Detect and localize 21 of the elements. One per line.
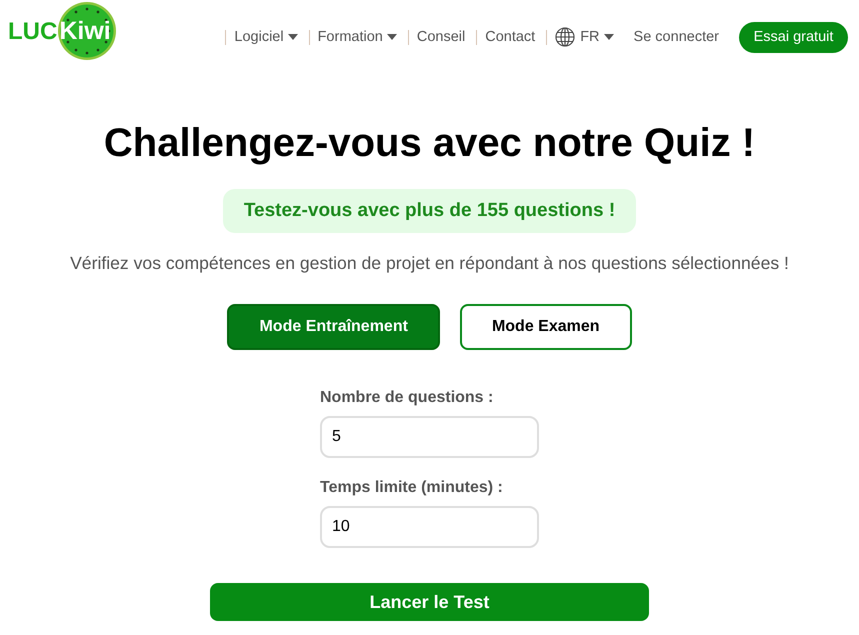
logo-text: LUC bbox=[8, 18, 58, 46]
nav-link[interactable]: Contact bbox=[485, 29, 536, 45]
field-label: Nombre de questions : bbox=[320, 388, 494, 408]
start-test-button[interactable]: Lancer le Test bbox=[210, 583, 649, 621]
nav-link[interactable]: Conseil bbox=[416, 29, 466, 45]
globe-icon[interactable] bbox=[555, 27, 576, 47]
login-link[interactable]: Se connecter bbox=[634, 29, 719, 45]
input-field[interactable]: 5 bbox=[320, 416, 539, 458]
language-selector[interactable]: FR bbox=[580, 29, 614, 45]
kiwi-slice-icon bbox=[57, 1, 118, 61]
free-trial-button[interactable]: Essai gratuit bbox=[739, 22, 848, 52]
field-label: Temps limite (minutes) : bbox=[320, 478, 503, 498]
nav-link[interactable]: Formation bbox=[318, 29, 397, 45]
question-count-banner: Testez-vous avec plus de 155 questions ! bbox=[222, 189, 636, 233]
description-text: Vérifiez vos compétences en gestion de projet en répondant à nos questions sélectionnées ! bbox=[70, 252, 789, 275]
nav-link[interactable]: Logiciel bbox=[234, 29, 298, 45]
logo-text: Kiwi bbox=[59, 17, 111, 45]
input-field[interactable]: 10 bbox=[320, 506, 539, 548]
mode-button[interactable]: Mode Entraînement bbox=[227, 304, 440, 350]
mode-button[interactable]: Mode Examen bbox=[460, 304, 632, 350]
page-title: Challengez-vous avec notre Quiz ! bbox=[104, 120, 756, 166]
